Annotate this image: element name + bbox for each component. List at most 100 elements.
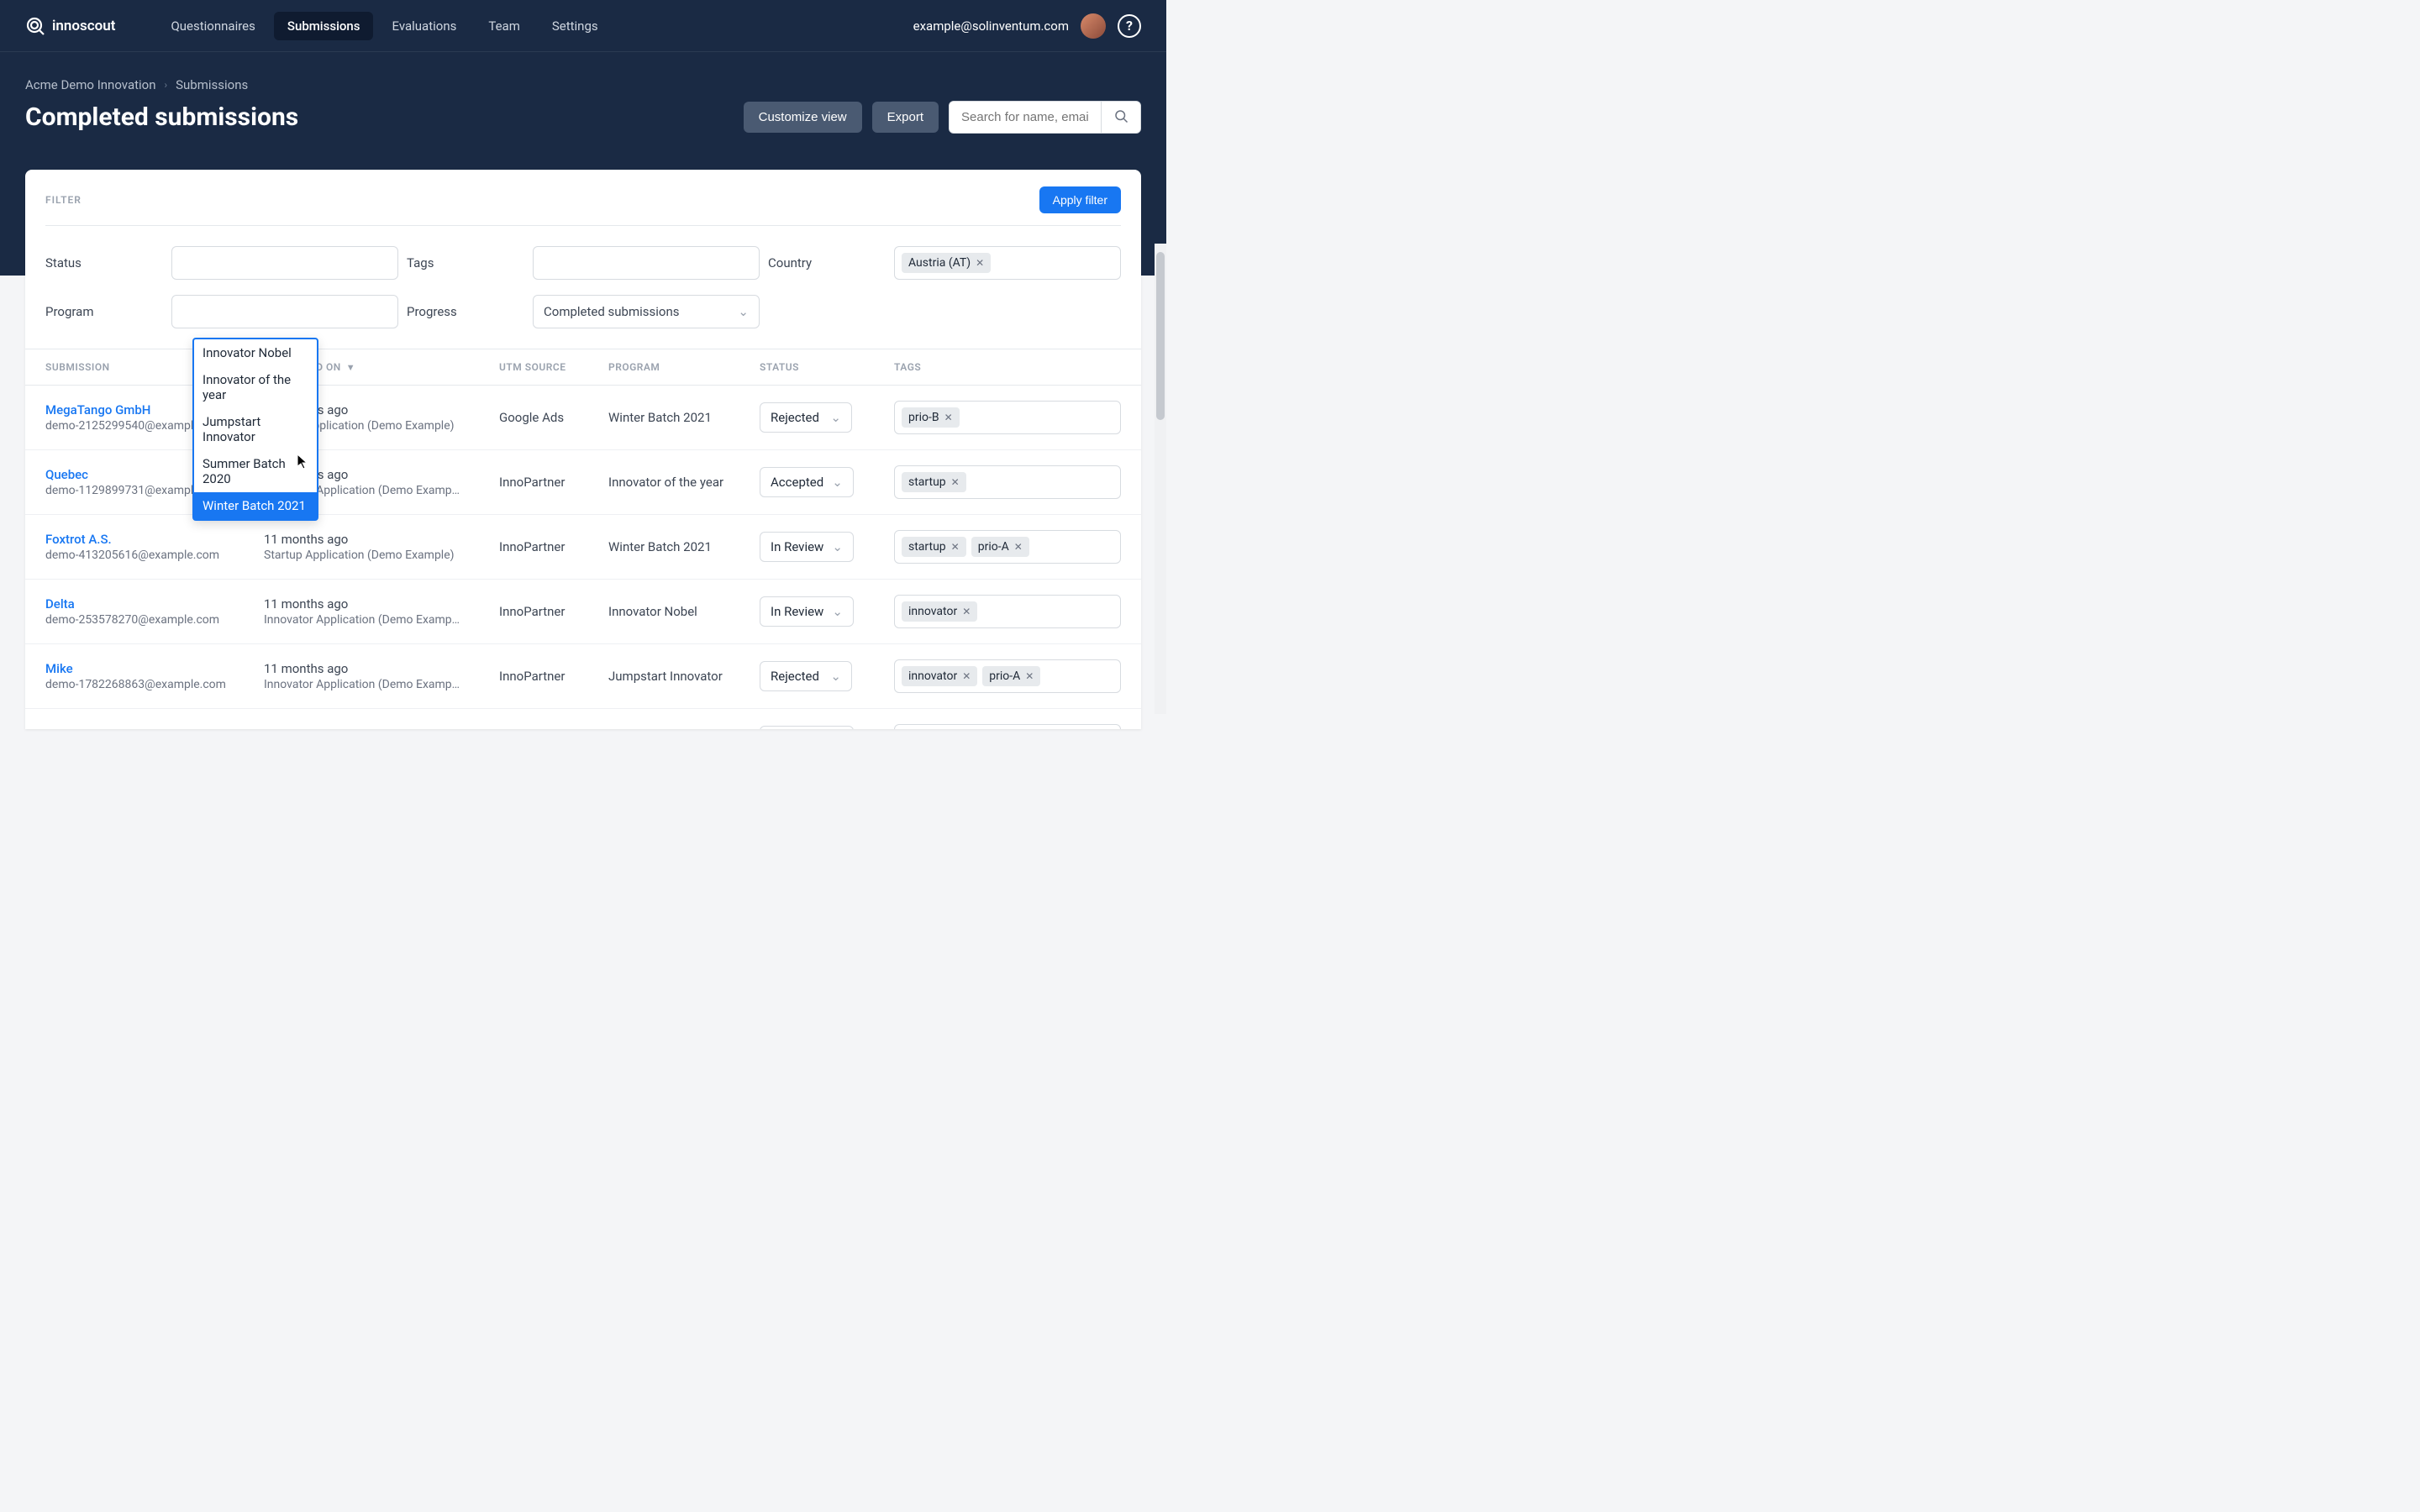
filter-status-label: Status: [45, 255, 163, 270]
filter-tags-input[interactable]: [533, 246, 760, 280]
search-button[interactable]: [1101, 102, 1140, 133]
tags-input[interactable]: startup✕ prio-A ✕: [894, 530, 1121, 564]
search-input[interactable]: [950, 102, 1101, 133]
utm-source: InnoPartner: [499, 539, 608, 554]
utm-source: InnoPartner: [499, 669, 608, 684]
status-select[interactable]: Rejected⌄: [760, 402, 852, 433]
utm-source: Google Ads: [499, 410, 608, 425]
tag-chip[interactable]: innovator✕: [902, 601, 977, 622]
tag-label: prio-A: [978, 540, 1009, 554]
filter-grid: Status Tags Country Austria (AT) ✕ Progr…: [25, 226, 1141, 349]
logo-text: innoscout: [52, 18, 115, 34]
submission-name[interactable]: Delta: [45, 596, 264, 612]
tags-input[interactable]: innovator✕: [894, 595, 1121, 628]
th-program[interactable]: PROGRAM: [608, 361, 760, 373]
export-button[interactable]: Export: [872, 102, 939, 133]
apply-filter-button[interactable]: Apply filter: [1039, 186, 1121, 213]
tags-input[interactable]: startup ✕: [894, 465, 1121, 499]
status-value: In Review: [771, 604, 823, 619]
close-icon[interactable]: ✕: [951, 476, 960, 488]
breadcrumb-org[interactable]: Acme Demo Innovation: [25, 77, 156, 92]
status-select[interactable]: In Review⌄: [760, 726, 854, 729]
submission-name[interactable]: Foxtrot A.S.: [45, 532, 264, 547]
tag-chip[interactable]: prio-A ✕: [971, 537, 1029, 557]
close-icon[interactable]: ✕: [1025, 670, 1034, 682]
tag-chip[interactable]: startup ✕: [902, 472, 966, 492]
application-name: Innovator Application (Demo Examp…: [264, 613, 499, 627]
program-dropdown: Innovator NobelInnovator of the yearJump…: [192, 338, 318, 521]
avatar[interactable]: [1081, 13, 1106, 39]
filter-progress-label: Progress: [407, 304, 524, 319]
chevron-down-icon: ⌄: [738, 304, 749, 319]
filter-status-input[interactable]: [171, 246, 398, 280]
chevron-down-icon: ⌄: [832, 475, 843, 490]
status-select[interactable]: Rejected⌄: [760, 661, 852, 691]
submission-email: demo-1782268863@example.com: [45, 678, 264, 691]
tag-label: startup: [908, 475, 946, 489]
status-select[interactable]: In Review⌄: [760, 596, 854, 627]
tag-chip[interactable]: startup✕: [902, 537, 966, 557]
close-icon[interactable]: ✕: [1014, 541, 1023, 553]
close-icon[interactable]: ✕: [976, 257, 984, 269]
page-title: Completed submissions: [25, 102, 298, 132]
close-icon[interactable]: ✕: [962, 606, 971, 617]
th-tags[interactable]: TAGS: [894, 361, 1121, 373]
scrollbar-thumb[interactable]: [1156, 252, 1165, 420]
program-option[interactable]: Innovator Nobel: [194, 339, 317, 366]
close-icon[interactable]: ✕: [962, 670, 971, 682]
help-icon[interactable]: ?: [1118, 14, 1141, 38]
program-option[interactable]: Jumpstart Innovator: [194, 408, 317, 450]
program-option[interactable]: Innovator of the year: [194, 366, 317, 408]
close-icon[interactable]: ✕: [944, 412, 953, 423]
tags-input[interactable]: innovator✕prio-A✕: [894, 724, 1121, 729]
search-box: [949, 101, 1141, 134]
application-name: Startup Application (Demo Example): [264, 549, 499, 562]
country-chip[interactable]: Austria (AT) ✕: [902, 253, 991, 273]
breadcrumb-section[interactable]: Submissions: [176, 77, 248, 92]
chevron-down-icon: ⌄: [830, 669, 841, 684]
filter-program-input[interactable]: [171, 295, 398, 328]
user-email[interactable]: example@solinventum.com: [913, 18, 1069, 34]
breadcrumb: Acme Demo Innovation › Submissions: [0, 52, 1166, 92]
customize-view-button[interactable]: Customize view: [744, 102, 862, 133]
filter-progress-select[interactable]: Completed submissions ⌄: [533, 295, 760, 328]
tag-chip[interactable]: prio-B✕: [902, 407, 960, 428]
search-icon: [1113, 108, 1128, 123]
header-actions: Customize view Export: [744, 101, 1141, 134]
status-select[interactable]: In Review⌄: [760, 532, 854, 562]
tags-input[interactable]: prio-B✕: [894, 401, 1121, 434]
page-header: Completed submissions Customize view Exp…: [0, 92, 1166, 134]
nav-right: example@solinventum.com ?: [913, 13, 1141, 39]
submission-email: demo-413205616@example.com: [45, 549, 264, 562]
logo[interactable]: innoscout: [25, 16, 115, 36]
tags-input[interactable]: innovator✕ prio-A ✕: [894, 659, 1121, 693]
nav-item-evaluations[interactable]: Evaluations: [378, 12, 470, 40]
program-name: Innovator Nobel: [608, 604, 760, 619]
nav-item-questionnaires[interactable]: Questionnaires: [157, 12, 268, 40]
program-option[interactable]: Winter Batch 2021: [194, 492, 317, 519]
nav-item-team[interactable]: Team: [475, 12, 534, 40]
nav-item-submissions[interactable]: Submissions: [274, 12, 374, 40]
close-icon[interactable]: ✕: [951, 541, 960, 553]
submitted-time: 11 months ago: [264, 596, 499, 612]
application-name: Innovator Application (Demo Examp…: [264, 678, 499, 691]
submitted-time: 11 months ago: [264, 532, 499, 547]
tag-chip[interactable]: innovator✕: [902, 666, 977, 686]
filter-country-input[interactable]: Austria (AT) ✕: [894, 246, 1121, 280]
status-select[interactable]: Accepted⌄: [760, 467, 854, 497]
status-value: Rejected: [771, 410, 819, 425]
status-value: In Review: [771, 539, 823, 554]
filter-program-label: Program: [45, 304, 163, 319]
program-option[interactable]: Summer Batch 2020: [194, 450, 317, 492]
logo-icon: [25, 16, 45, 36]
tag-label: prio-A: [989, 669, 1020, 683]
th-utm-source[interactable]: UTM SOURCE: [499, 361, 608, 373]
th-status[interactable]: STATUS: [760, 361, 894, 373]
nav-item-settings[interactable]: Settings: [539, 12, 612, 40]
table-row: Mikedemo-1782268863@example.com11 months…: [25, 644, 1141, 709]
table-row: Deltademo-253578270@example.com11 months…: [25, 580, 1141, 644]
tag-chip[interactable]: prio-A ✕: [982, 666, 1040, 686]
submission-email: demo-253578270@example.com: [45, 613, 264, 627]
submission-name[interactable]: Mike: [45, 661, 264, 676]
chevron-down-icon: ▼: [346, 362, 355, 373]
